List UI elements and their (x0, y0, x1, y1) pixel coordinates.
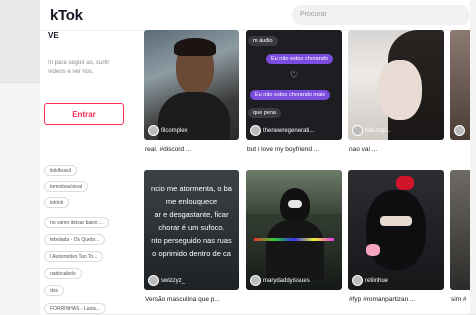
video-thumbnail (348, 170, 444, 290)
avatar (352, 125, 363, 136)
music-chip[interactable]: no vamo deixar baixo ... (44, 217, 110, 228)
sidebar: VE ín para seguir as, curtir vídeos e ve… (40, 31, 132, 314)
tiktok-logo[interactable]: kTok (50, 7, 83, 24)
avatar (250, 275, 261, 286)
video-overlay-text: ncio me atormenta, o ba (151, 184, 232, 193)
login-prompt-text: ín para seguir as, curtir vídeos e ver r… (48, 60, 110, 75)
music-chip[interactable]: FORRINHAS - Luiza... (44, 303, 107, 314)
sidebar-section-title: VE (48, 31, 59, 40)
hashtag-chip[interactable]: itoklbrasil (44, 165, 77, 176)
tiktok-window: kTok Procurar VE ín para seguir as, curt… (40, 0, 476, 314)
video-caption[interactable]: but i love my boyfriend ... (247, 146, 343, 153)
login-button[interactable]: Entrar (44, 103, 124, 125)
video-card[interactable]: ncio me atormenta, o ba me enlouquece ar… (144, 170, 239, 290)
video-author[interactable]: thenewregenerati... (250, 125, 314, 136)
video-overlay-text: o oprimido dentro de ca (152, 249, 231, 258)
video-thumbnail (348, 30, 444, 140)
video-thumbnail (144, 30, 239, 140)
search-input[interactable]: Procurar (292, 5, 470, 25)
video-caption[interactable]: #fyp #romanpartizan ... (349, 296, 444, 303)
video-card[interactable]: lolo.zap... (348, 30, 444, 140)
video-author[interactable] (454, 125, 467, 136)
top-header: kTok Procurar (40, 0, 476, 31)
music-chip[interactable]: l Automotivo Tan To... (44, 251, 104, 262)
avatar (454, 125, 465, 136)
video-caption[interactable]: real. #discord ... (145, 146, 239, 153)
chat-bubble: Eu não estou chorando (266, 54, 333, 64)
hashtag-chip[interactable]: nadocabelo (44, 268, 82, 279)
video-author[interactable]: lolo.zap... (352, 125, 391, 136)
avatar (148, 125, 159, 136)
video-thumbnail (246, 170, 342, 290)
video-card[interactable]: m áudio Eu não estou chorando ♡ Eu não e… (246, 30, 342, 140)
video-card[interactable]: marydaddyissues (246, 170, 342, 290)
video-overlay-text: me enlouquece (165, 197, 218, 206)
chat-bubble: que pena (248, 108, 281, 118)
video-author[interactable]: filcomplex (148, 125, 188, 136)
music-chip[interactable]: tebolada - Os Quebr... (44, 234, 106, 245)
window-edge (470, 0, 476, 314)
video-author[interactable]: swizzyz_ (148, 275, 185, 286)
chat-bubble: Eu não estou chorando mais (250, 90, 331, 100)
hashtag-chip[interactable]: dos (44, 285, 65, 296)
video-overlay-text: ar e desgastante, ficar (154, 210, 229, 219)
video-caption[interactable]: nao vai ... (349, 146, 444, 153)
video-card[interactable]: filcomplex (144, 30, 239, 140)
hashtag-chip[interactable]: tomotivacional (44, 181, 88, 192)
video-thumbnail: ncio me atormenta, o ba me enlouquece ar… (144, 170, 239, 290)
video-overlay-text: chorar é um sufoco. (158, 223, 225, 232)
video-caption[interactable]: Versão masculina que p... (145, 296, 239, 303)
video-author[interactable]: marydaddyissues (250, 275, 310, 286)
video-overlay-text: nto perseguido nas ruas (151, 236, 232, 245)
heart-icon: ♡ (290, 70, 299, 80)
hashtag-chip[interactable]: toktok (44, 197, 70, 208)
video-thumbnail: m áudio Eu não estou chorando ♡ Eu não e… (246, 30, 342, 140)
avatar (250, 125, 261, 136)
chat-bubble: m áudio (248, 36, 278, 46)
video-card[interactable]: retiinhue (348, 170, 444, 290)
video-author[interactable]: retiinhue (352, 275, 388, 286)
avatar (148, 275, 159, 286)
avatar (352, 275, 363, 286)
